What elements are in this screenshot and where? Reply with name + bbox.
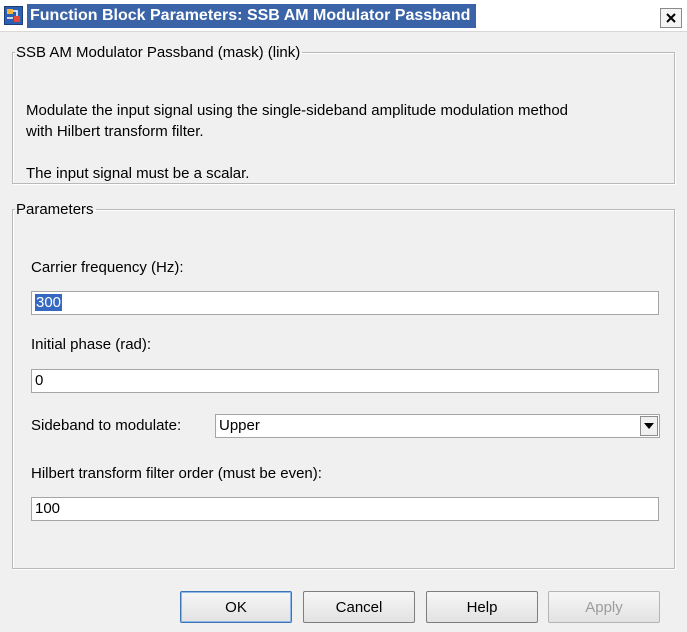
description-line-3: The input signal must be a scalar. <box>26 165 250 182</box>
simulink-block-icon <box>4 6 23 25</box>
cancel-button[interactable]: Cancel <box>303 591 415 623</box>
description-legend: SSB AM Modulator Passband (mask) (link) <box>16 44 301 61</box>
chevron-down-icon <box>644 423 654 429</box>
close-button[interactable] <box>660 8 682 28</box>
description-line-1: Modulate the input signal using the sing… <box>26 102 569 119</box>
close-icon <box>666 13 676 23</box>
parameters-legend: Parameters <box>16 201 94 218</box>
description-line-2: with Hilbert transform filter. <box>26 123 204 140</box>
filter-order-input[interactable]: 100 <box>31 497 659 521</box>
carrier-frequency-input[interactable]: 300 <box>31 291 659 315</box>
title-bar: Function Block Parameters: SSB AM Modula… <box>0 0 687 32</box>
carrier-frequency-label: Carrier frequency (Hz): <box>31 259 184 276</box>
parameters-group: Parameters Carrier frequency (Hz): 300 I… <box>12 201 675 569</box>
description-group: SSB AM Modulator Passband (mask) (link) … <box>12 44 675 184</box>
carrier-frequency-value: 300 <box>35 294 63 311</box>
ok-button[interactable]: OK <box>180 591 292 623</box>
sideband-label: Sideband to modulate: <box>31 417 182 434</box>
filter-order-label: Hilbert transform filter order (must be … <box>31 465 322 482</box>
sideband-value: Upper <box>219 417 260 434</box>
filter-order-value: 100 <box>35 500 61 517</box>
sideband-dropdown-button[interactable] <box>640 416 658 436</box>
window-title: Function Block Parameters: SSB AM Modula… <box>27 4 477 28</box>
initial-phase-label: Initial phase (rad): <box>31 336 152 353</box>
sideband-select[interactable]: Upper <box>215 414 660 438</box>
apply-button[interactable]: Apply <box>548 591 660 623</box>
initial-phase-value: 0 <box>35 372 44 389</box>
initial-phase-input[interactable]: 0 <box>31 369 659 393</box>
help-button[interactable]: Help <box>426 591 538 623</box>
